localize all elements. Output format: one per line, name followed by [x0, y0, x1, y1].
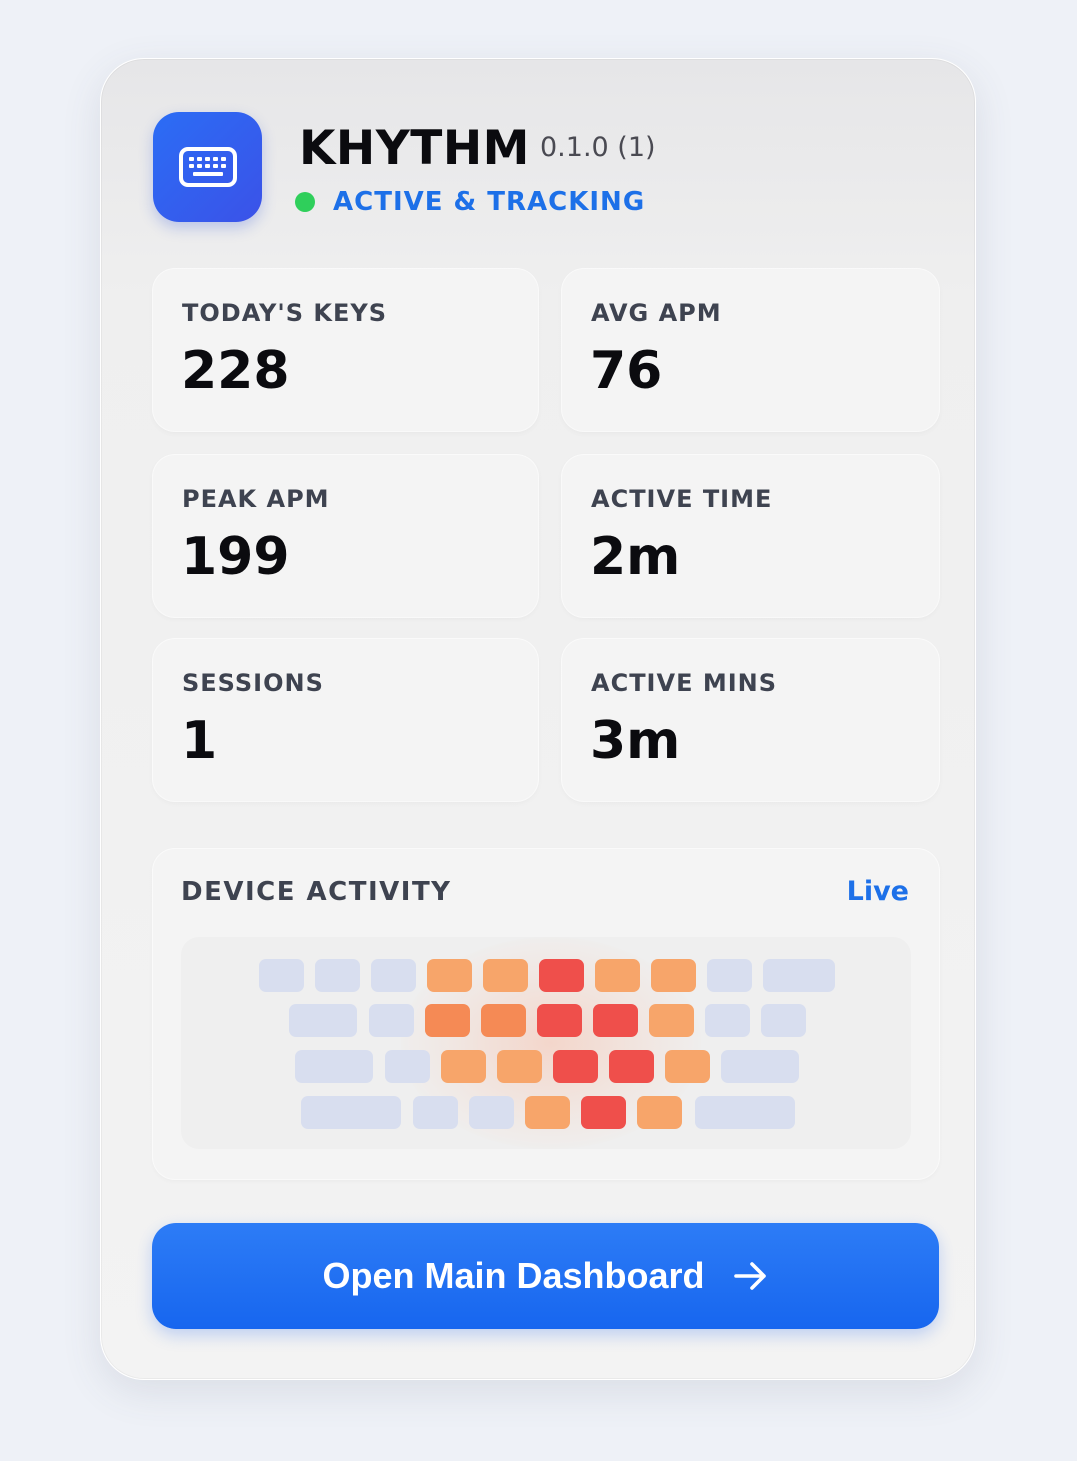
- stat-value: 228: [181, 341, 290, 401]
- stat-value: 3m: [590, 711, 681, 771]
- stat-value: 2m: [590, 527, 681, 587]
- heatmap-key: [295, 1050, 373, 1083]
- heatmap-key: [651, 959, 696, 992]
- heatmap-key: [581, 1096, 626, 1129]
- heatmap-key: [763, 959, 835, 992]
- heatmap-key: [371, 959, 416, 992]
- stat-value: 1: [181, 711, 218, 771]
- heatmap-key: [385, 1050, 430, 1083]
- open-main-dashboard-label: Open Main Dashboard: [322, 1255, 705, 1296]
- stat-card-sessions: SESSIONS 1: [153, 639, 538, 801]
- heatmap-key: [289, 1004, 357, 1037]
- stat-label: PEAK APM: [182, 485, 330, 513]
- heatmap-key: [301, 1096, 401, 1129]
- stat-card-peak-apm: PEAK APM 199: [153, 455, 538, 617]
- device-activity-card: DEVICE ACTIVITY Live: [153, 849, 939, 1179]
- arrow-right-icon: [733, 1261, 769, 1291]
- stat-label: TODAY'S KEYS: [182, 299, 387, 327]
- heatmap-key: [427, 959, 472, 992]
- heatmap-key: [609, 1050, 654, 1083]
- heatmap-key: [315, 959, 360, 992]
- stat-label: AVG APM: [591, 299, 722, 327]
- heatmap-key: [369, 1004, 414, 1037]
- heatmap-key: [413, 1096, 458, 1129]
- heatmap-key: [425, 1004, 470, 1037]
- heatmap-key: [665, 1050, 710, 1083]
- heatmap-key: [593, 1004, 638, 1037]
- heatmap-key: [705, 1004, 750, 1037]
- stat-card-active-time: ACTIVE TIME 2m: [562, 455, 939, 617]
- heatmap-key: [259, 959, 304, 992]
- stat-value: 76: [590, 341, 663, 401]
- heatmap-key: [721, 1050, 799, 1083]
- heatmap-key: [481, 1004, 526, 1037]
- popover-panel: KHYTHM 0.1.0 (1) ACTIVE & TRACKING TODAY…: [100, 58, 976, 1380]
- heatmap-key: [707, 959, 752, 992]
- device-activity-title: DEVICE ACTIVITY: [181, 877, 452, 907]
- stat-card-avg-apm: AVG APM 76: [562, 269, 939, 431]
- heatmap-key: [483, 959, 528, 992]
- heatmap-key: [595, 959, 640, 992]
- stat-label: ACTIVE MINS: [591, 669, 777, 697]
- heatmap-key: [539, 959, 584, 992]
- heatmap-key: [695, 1096, 795, 1129]
- status-indicator-dot: [295, 192, 315, 212]
- keyboard-heatmap: [181, 937, 911, 1149]
- heatmap-key: [441, 1050, 486, 1083]
- heatmap-key: [649, 1004, 694, 1037]
- app-version: 0.1.0 (1): [540, 132, 656, 163]
- heatmap-key: [637, 1096, 682, 1129]
- heatmap-key: [553, 1050, 598, 1083]
- stat-value: 199: [181, 527, 290, 587]
- heatmap-key: [537, 1004, 582, 1037]
- heatmap-key: [497, 1050, 542, 1083]
- stat-label: SESSIONS: [182, 669, 324, 697]
- stat-card-active-mins: ACTIVE MINS 3m: [562, 639, 939, 801]
- status-text: ACTIVE & TRACKING: [333, 187, 646, 217]
- stat-card-todays-keys: TODAY'S KEYS 228: [153, 269, 538, 431]
- keyboard-icon: [153, 112, 262, 222]
- app-name: KHYTHM: [299, 121, 530, 176]
- live-link[interactable]: Live: [847, 876, 909, 907]
- heatmap-key: [469, 1096, 514, 1129]
- stat-label: ACTIVE TIME: [591, 485, 773, 513]
- open-main-dashboard-button[interactable]: Open Main Dashboard: [152, 1223, 939, 1329]
- heatmap-key: [761, 1004, 806, 1037]
- heatmap-key: [525, 1096, 570, 1129]
